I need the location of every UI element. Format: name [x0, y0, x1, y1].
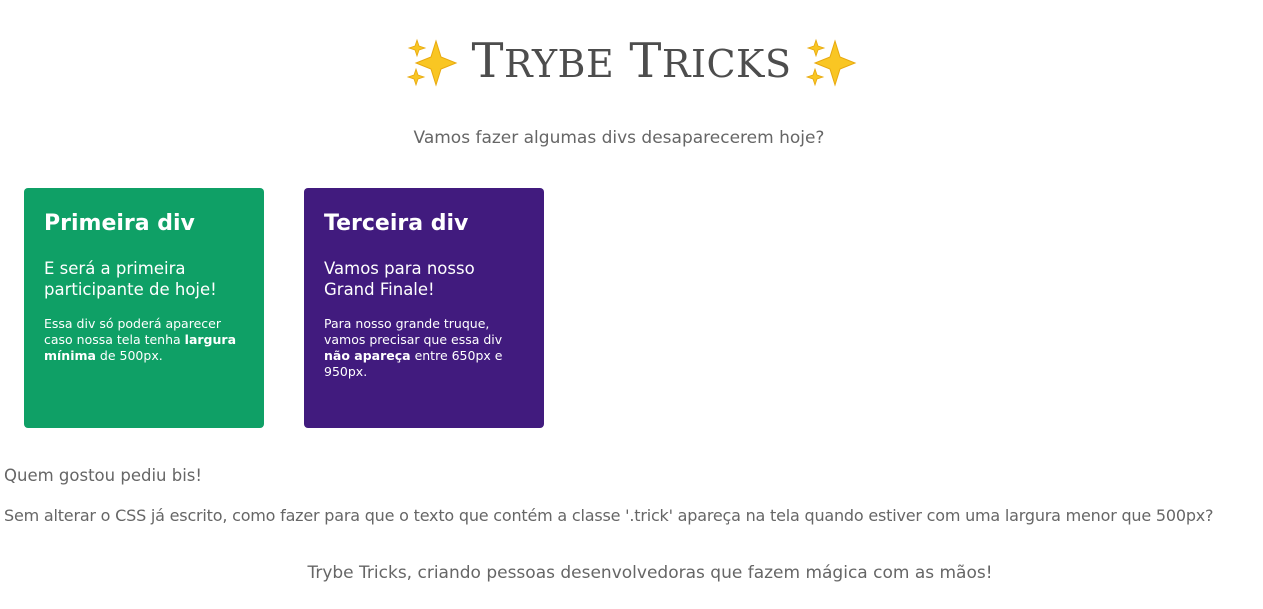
card-title: Primeira div — [44, 211, 195, 236]
title-text: TRYBE TRICKS — [471, 33, 792, 89]
card-lead: E será a primeira participante de hoje! — [44, 259, 217, 299]
card-description: Essa div só poderá aparecer caso nossa t… — [44, 316, 237, 363]
card-description: Para nosso grande truque, vamos precisar… — [324, 316, 503, 379]
sparkles-icon — [806, 38, 857, 87]
page-title: TRYBE TRICKS — [406, 30, 858, 95]
page-header: TRYBE TRICKS — [0, 30, 1263, 100]
bis-text: Quem gostou pediu bis! — [4, 466, 202, 485]
sparkles-icon — [406, 38, 457, 87]
question-text: Sem alterar o CSS já escrito, como fazer… — [4, 506, 1214, 525]
page-footer: Trybe Tricks, criando pessoas desenvolve… — [307, 563, 993, 583]
card-terceira-div: Terceira div Vamos para nosso Grand Fina… — [304, 188, 544, 428]
card-title: Terceira div — [324, 211, 469, 236]
card-lead: Vamos para nosso Grand Finale! — [324, 259, 475, 299]
card-primeira-div: Primeira div E será a primeira participa… — [24, 188, 264, 428]
page-subtitle: Vamos fazer algumas divs desaparecerem h… — [413, 128, 825, 148]
